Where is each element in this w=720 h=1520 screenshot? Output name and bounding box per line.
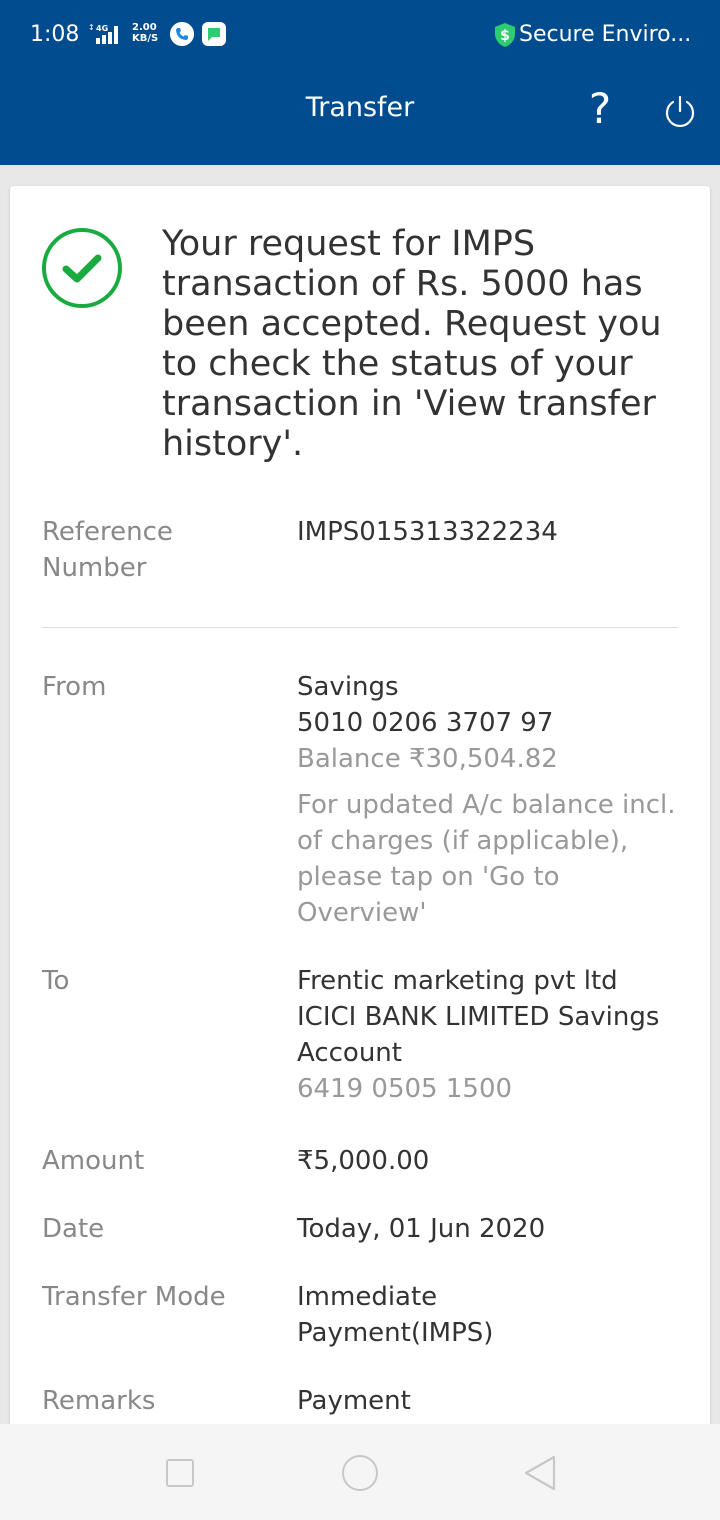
secure-environment-label: Secure Enviro... [519,22,692,47]
date-value: Today, 01 Jun 2020 [297,1214,546,1244]
balance-note: For updated A/c balance incl. of charges… [297,790,676,928]
from-label: From [42,672,107,702]
from-account-number: 5010 0206 3707 97 [297,708,554,738]
speed-unit: KB/S [132,33,159,44]
confirmation-message: Your request for IMPS transaction of Rs.… [162,224,662,464]
remarks-label: Remarks [42,1386,156,1416]
from-balance: Balance ₹30,504.82 [297,744,558,774]
from-account-type: Savings [297,672,399,702]
status-bar: 1:08 ↕ 4G 2.00 KB/S $ Secure Enviro... [0,0,720,70]
to-label: To [42,966,70,996]
payee-name: Frentic marketing pvt ltd [297,966,618,996]
speed-value: 2.00 [132,22,157,33]
help-icon[interactable]: ? [580,84,620,134]
chat-icon [202,22,226,46]
divider [42,627,678,628]
svg-text:↕: ↕ [88,23,95,32]
reference-label-line2: Number [42,553,147,583]
transfer-mode-value: Immediate Payment(IMPS) [297,1279,692,1351]
payee-account-number: 6419 0505 1500 [297,1074,513,1104]
back-triangle-icon[interactable] [522,1453,558,1493]
network-type-label: 4G [96,24,108,33]
to-account: Frentic marketing pvt ltd ICICI BANK LIM… [297,963,692,1107]
reference-number-value: IMPS015313322234 [297,517,558,547]
transfer-mode-line1: Immediate [297,1282,438,1312]
date-label: Date [42,1214,105,1244]
home-circle-icon[interactable] [342,1455,378,1491]
reference-label-line1: Reference [42,517,173,547]
remarks-value: Payment [297,1386,411,1416]
from-account: Savings 5010 0206 3707 97 Balance ₹30,50… [297,669,692,931]
amount-label: Amount [42,1146,145,1176]
power-icon[interactable] [660,92,700,132]
app-header: Transfer ? [0,70,720,165]
transfer-confirmation-card: Your request for IMPS transaction of Rs.… [10,186,710,1446]
network-speed: 2.00 KB/S [132,22,158,44]
signal-icon: ↕ 4G [88,23,118,44]
transfer-mode-line2: Payment(IMPS) [297,1318,494,1348]
recents-square-icon[interactable] [166,1459,194,1487]
reference-number-label: Reference Number [42,514,173,586]
payee-bank: ICICI BANK LIMITED Savings Account [297,1002,660,1068]
transfer-mode-label: Transfer Mode [42,1282,226,1312]
phone-icon [170,22,194,46]
success-check-icon [42,228,122,308]
amount-value: ₹5,000.00 [297,1146,430,1176]
shield-icon: $ [495,23,515,47]
status-time: 1:08 [30,22,80,47]
svg-text:$: $ [500,28,510,44]
system-nav-bar [0,1424,720,1520]
